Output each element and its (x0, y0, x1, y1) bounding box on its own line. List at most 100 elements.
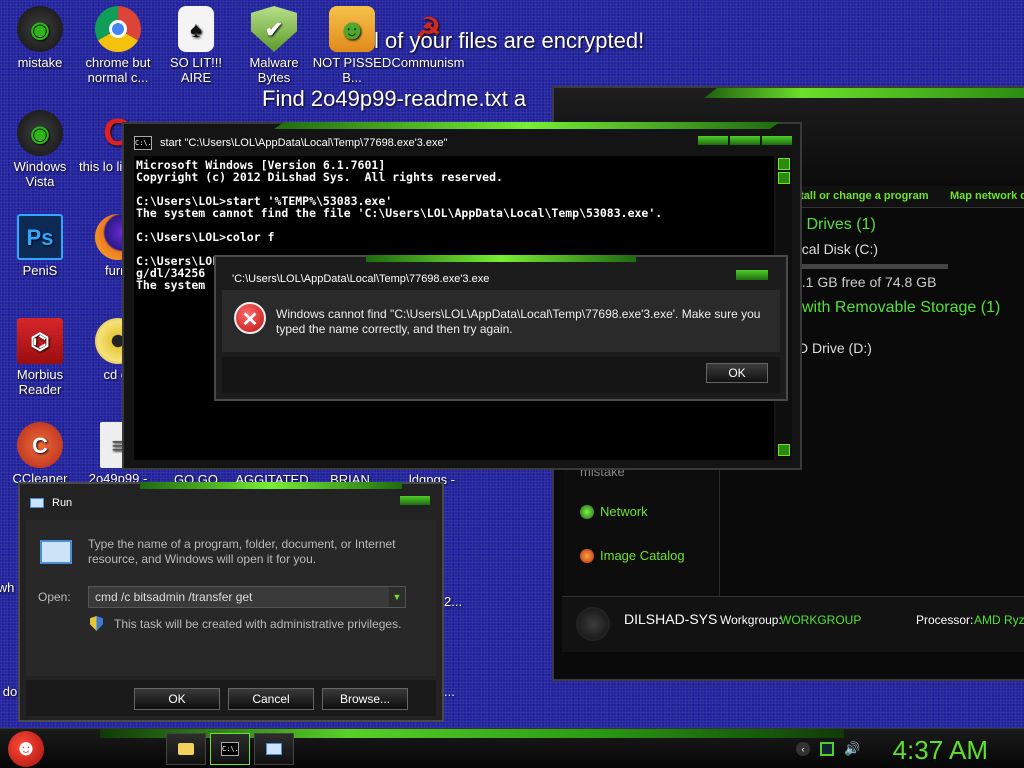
ok-button[interactable]: OK (706, 363, 768, 383)
close-button[interactable] (762, 136, 792, 145)
map-network-drive-button[interactable]: Map network dr (950, 190, 1024, 202)
desktop-icon-ccleaner[interactable]: C CCleaner (0, 422, 80, 486)
desktop-icon-mistake[interactable]: ◉ mistake (0, 6, 80, 70)
desktop-icon-photoshop[interactable]: Ps PeniS (0, 214, 80, 278)
desktop-icon-label-partial[interactable]: ... (444, 684, 474, 699)
volume-icon[interactable]: 🔊 (844, 742, 860, 756)
details-pane: DILSHAD-SYS Workgroup: WORKGROUP Process… (562, 596, 1024, 652)
green-orb-icon: ◉ (17, 6, 63, 52)
drive-c-label[interactable]: ocal Disk (C:) (794, 241, 878, 257)
error-body: ✕ Windows cannot find "C:\Users\LOL\AppD… (222, 290, 780, 352)
taskbar-clock[interactable]: 4:37 AM (893, 735, 988, 766)
start-button[interactable]: ☻ (8, 731, 44, 767)
nav-item-label: Image Catalog (600, 548, 685, 563)
cmd-title-accent (274, 122, 780, 129)
error-message: Windows cannot find "C:\Users\LOL\AppDat… (276, 307, 761, 336)
desktop-icon-label: SO LIT!!! AIRE (169, 55, 222, 85)
desktop-icon-malwarebytes[interactable]: ✔ Malware Bytes (234, 6, 314, 85)
cmd-icon: C:\. (221, 742, 239, 756)
ok-button[interactable]: OK (134, 688, 220, 710)
close-button[interactable] (736, 270, 768, 280)
desktop-icon-windows-vista[interactable]: ◉ Windows Vista (0, 110, 80, 189)
nav-item-network[interactable]: Network (580, 504, 648, 519)
uninstall-program-button[interactable]: stall or change a program (794, 190, 928, 202)
desktop-icon-label: PeniS (22, 263, 58, 278)
processor-label: Processor: (916, 613, 974, 627)
group-hard-disk-drives: k Drives (1) (794, 216, 876, 233)
explorer-folder-icon (178, 743, 194, 755)
desktop-icon-solitaire[interactable]: ♠ SO LIT!!! AIRE (156, 6, 236, 85)
desktop-icon-label: mistake (17, 55, 63, 70)
error-dialog[interactable]: 'C:\Users\LOL\AppData\Local\Temp\77698.e… (214, 255, 788, 401)
run-title-accent (140, 482, 402, 489)
taskbar-cmd-button[interactable]: C:\. (210, 733, 250, 765)
processor-value: AMD Ryze (974, 613, 1024, 627)
desktop-icon-label: chrome but normal c... (85, 55, 151, 85)
taskbar-run-button[interactable] (254, 733, 294, 765)
cmd-titlebar[interactable]: C:\. start "C:\Users\LOL\AppData\Local\T… (134, 136, 448, 150)
solitaire-icon: ♠ (178, 6, 214, 52)
maximize-button[interactable] (730, 136, 760, 145)
cmd-title: start "C:\Users\LOL\AppData\Local\Temp\7… (160, 137, 448, 149)
run-footer: OK Cancel Browse... (26, 680, 436, 716)
angry-birds-pig-icon: ☻ (329, 6, 375, 52)
scroll-down-arrow-icon[interactable] (778, 444, 790, 456)
admin-privileges-note: This task will be created with administr… (114, 617, 402, 631)
show-hidden-icons-button[interactable]: ‹ (796, 742, 810, 756)
run-body: Type the name of a program, folder, docu… (26, 520, 436, 676)
drive-c-free-space: 7.1 GB free of 74.8 GB (794, 274, 937, 290)
scroll-up-arrow-icon[interactable] (778, 158, 790, 170)
group-removable-storage: with Removable Storage (1) (802, 299, 1001, 316)
taskbar-explorer-button[interactable] (166, 733, 206, 765)
navigation-pane: mistake Network Image Catalog (564, 458, 720, 598)
drive-c-usage-bar (794, 264, 948, 269)
desktop-icon-label: Communism (391, 55, 465, 70)
cmd-window-controls (698, 136, 792, 145)
image-catalog-icon (580, 548, 594, 563)
angry-bird-icon: ☻ (14, 735, 38, 760)
run-icon (40, 540, 72, 564)
chevron-down-icon[interactable]: ▼ (389, 587, 405, 607)
run-icon (266, 743, 282, 755)
minimize-button[interactable] (698, 136, 728, 145)
open-label: Open: (38, 590, 71, 604)
error-footer: OK (222, 357, 780, 393)
explorer-toolbar: stall or change a program Map network dr (790, 186, 1024, 208)
desktop-icon-label: Morbius Reader (16, 367, 64, 397)
desktop-icon-label: Windows Vista (13, 159, 67, 189)
pdf-icon: ⌬ (17, 318, 63, 364)
ransom-note-line1: l of your files are encrypted! (374, 28, 645, 53)
scroll-thumb[interactable] (778, 172, 790, 184)
ransom-note-line2: Find 2o49p99-readme.txt a (262, 86, 527, 111)
error-title-accent (366, 255, 636, 262)
error-icon: ✕ (234, 302, 266, 334)
cancel-button[interactable]: Cancel (228, 688, 314, 710)
run-title-icon (30, 498, 44, 508)
run-title: Run (52, 497, 73, 509)
dvd-drive-label[interactable]: D Drive (D:) (798, 340, 872, 356)
explorer-title-accent (704, 88, 1024, 98)
photoshop-icon: Ps (17, 214, 63, 260)
nav-item-label: Network (600, 504, 648, 519)
open-input[interactable]: cmd /c bitsadmin /transfer get ▼ (88, 586, 406, 608)
desktop-icon-label-partial[interactable]: 2... (444, 594, 474, 609)
desktop-icon-label: NOT PISSED B... (312, 55, 392, 85)
run-description: Type the name of a program, folder, docu… (88, 537, 396, 566)
run-dialog[interactable]: Run Type the name of a program, folder, … (18, 482, 444, 722)
browse-button[interactable]: Browse... (322, 688, 408, 710)
computer-icon (576, 607, 610, 641)
workgroup-value: WORKGROUP (780, 613, 862, 627)
ccleaner-icon: C (17, 422, 63, 468)
desktop-icon-morbius-reader[interactable]: ⌬ Morbius Reader (0, 318, 80, 397)
workgroup-label: Workgroup: (720, 613, 782, 627)
network-icon (580, 504, 594, 519)
taskbar: ☻ C:\. ‹ 🔊 4:37 AM (0, 728, 1024, 768)
nav-item-image-catalog[interactable]: Image Catalog (580, 548, 685, 563)
uac-shield-icon (90, 616, 103, 631)
run-titlebar[interactable]: Run (30, 497, 72, 509)
desktop-icon-chrome[interactable]: chrome but normal c... (78, 6, 158, 85)
cmd-icon: C:\. (134, 136, 152, 150)
close-button[interactable] (400, 496, 430, 505)
network-tray-icon[interactable] (820, 742, 834, 756)
shield-check-icon: ✔ (251, 6, 297, 52)
